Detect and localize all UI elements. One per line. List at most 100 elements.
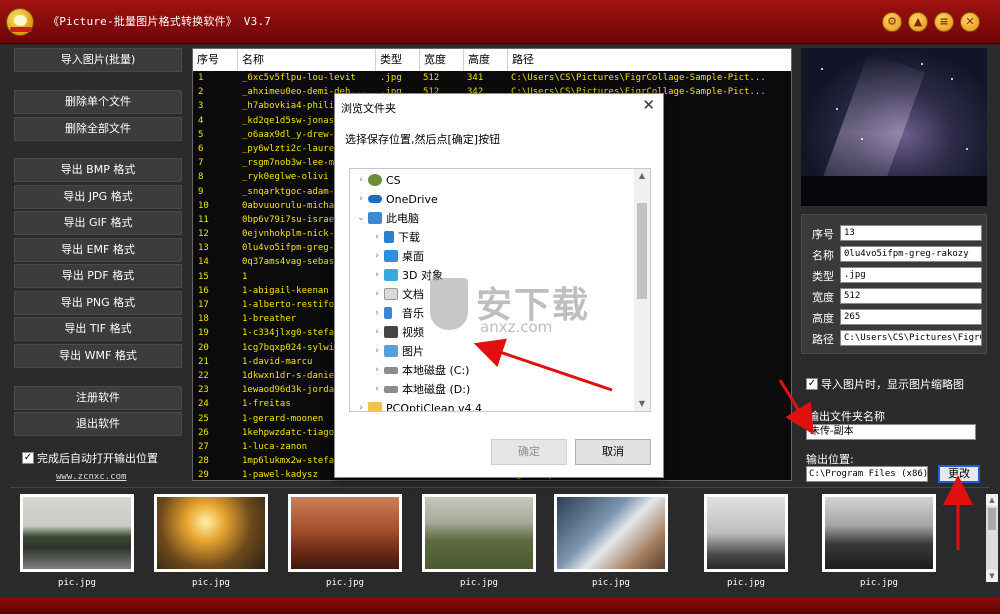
table-cell: 24 [198,399,209,410]
dialog-title: 浏览文件夹 [341,102,396,115]
chevron-right-icon[interactable]: › [370,270,384,280]
table-cell: 1 [198,73,204,83]
auto-open-option[interactable]: ✓ 完成后自动打开输出位置 [22,450,158,466]
scroll-up-icon[interactable]: ▲ [986,494,998,506]
thumbnail-image[interactable] [704,494,788,572]
chevron-right-icon[interactable]: › [370,346,384,356]
tree-item-onedrive[interactable]: › OneDrive [354,190,438,208]
col-height-header[interactable]: 高度 [464,49,508,71]
computer-icon [368,212,382,224]
thumbnail-label: pic.jpg [727,578,765,588]
table-cell: 8 [198,172,204,183]
chevron-right-icon[interactable]: › [370,308,384,318]
close-icon[interactable]: ✕ [642,96,655,114]
tree-item-drive-d[interactable]: › 本地磁盘 (D:) [370,380,470,398]
chevron-right-icon[interactable]: › [370,384,384,394]
tree-scrollbar[interactable]: ▲ ▼ [634,169,650,411]
chevron-right-icon[interactable]: › [370,365,384,375]
tree-item-pictures[interactable]: › 图片 [370,342,424,360]
delete-all-button[interactable]: 删除全部文件 [14,117,182,141]
tree-item-this-pc[interactable]: ⌄ 此电脑 [354,209,419,227]
scroll-down-icon[interactable]: ▼ [986,570,998,582]
info-type-field[interactable]: .jpg [840,267,982,283]
table-row[interactable]: 1 _6xc5v5flpu-lou-levit .jpg 512 341 C:\Users… [193,71,791,85]
tree-item-downloads[interactable]: › 下载 [370,228,420,246]
scroll-thumb[interactable] [637,203,647,299]
thumbnail-scrollbar[interactable]: ▲ ▼ [986,494,998,582]
auto-open-checkbox[interactable]: ✓ [22,452,34,464]
info-path-field[interactable]: C:\Users\CS\Pictures\FigrC [840,330,982,346]
thumbnail-image[interactable] [422,494,536,572]
export-jpg-button[interactable]: 导出 JPG 格式 [14,185,182,209]
tree-item-label: CS [386,173,401,187]
tree-item-music[interactable]: › 音乐 [370,304,424,322]
image-preview [801,48,987,206]
export-bmp-button[interactable]: 导出 BMP 格式 [14,158,182,182]
chevron-right-icon[interactable]: › [354,403,368,411]
export-wmf-button[interactable]: 导出 WMF 格式 [14,344,182,368]
info-width-field[interactable]: 512 [840,288,982,304]
thumbnail-image[interactable] [554,494,668,572]
col-seq-header[interactable]: 序号 [193,49,238,71]
show-thumb-option[interactable]: ✓ 导入图片时，显示图片缩略图 [806,376,964,392]
output-folder-input[interactable]: 未传-副本 [806,424,976,440]
chevron-right-icon[interactable]: › [370,251,384,261]
skin-icon[interactable]: ▲ [908,12,928,32]
col-name-header[interactable]: 名称 [238,49,376,71]
table-cell: 16 [198,285,209,296]
info-name-field[interactable]: 0lu4vo5ifpm-greg-rakozy [840,246,982,262]
settings-icon[interactable]: ⚙ [882,12,902,32]
register-button[interactable]: 注册软件 [14,386,182,410]
thumbnail-image[interactable] [288,494,402,572]
change-location-button[interactable]: 更改 [938,465,980,483]
tree-item-videos[interactable]: › 视频 [370,323,424,341]
delete-single-button[interactable]: 删除单个文件 [14,90,182,114]
download-icon [384,231,394,243]
picture-icon [384,345,398,357]
output-location-field[interactable]: C:\Program Files (x86) [806,466,928,482]
thumbnail-image[interactable] [154,494,268,572]
tree-item-pcopticlean[interactable]: › PCOptiClean v4.4 [354,399,482,411]
scroll-thumb[interactable] [988,508,996,530]
table-cell: 19 [198,328,209,339]
ok-button[interactable]: 确定 [491,439,567,465]
browse-folder-dialog: 浏览文件夹 ✕ 选择保存位置,然后点[确定]按钮 › CS › OneDrive… [334,93,664,478]
export-png-button[interactable]: 导出 PNG 格式 [14,291,182,315]
chevron-right-icon[interactable]: › [370,232,384,242]
exit-button[interactable]: 退出软件 [14,412,182,436]
scroll-up-icon[interactable]: ▲ [634,169,650,183]
info-path-label: 路径 [812,333,834,346]
thumbnail-image[interactable] [20,494,134,572]
table-cell: 3 [198,101,204,112]
table-cell: 10 [198,200,209,211]
export-pdf-button[interactable]: 导出 PDF 格式 [14,264,182,288]
col-path-header[interactable]: 路径 [508,49,791,71]
export-tif-button[interactable]: 导出 TIF 格式 [14,317,182,341]
cancel-button[interactable]: 取消 [575,439,651,465]
info-seq-field[interactable]: 13 [840,225,982,241]
chevron-right-icon[interactable]: › [370,327,384,337]
tree-item-3d-objects[interactable]: › 3D 对象 [370,266,443,284]
tree-item-drive-c[interactable]: › 本地磁盘 (C:) [370,361,469,379]
tree-item-documents[interactable]: › 文档 [370,285,424,303]
export-gif-button[interactable]: 导出 GIF 格式 [14,211,182,235]
show-thumb-checkbox[interactable]: ✓ [806,378,818,390]
tree-item-label: 下载 [398,231,420,244]
chevron-right-icon[interactable]: › [354,175,368,185]
close-icon[interactable]: ✕ [960,12,980,32]
tree-item-desktop[interactable]: › 桌面 [370,247,424,265]
col-width-header[interactable]: 宽度 [420,49,464,71]
import-images-button[interactable]: 导入图片(批量) [14,48,182,72]
tree-item-label: 视频 [402,326,424,339]
thumbnail-image[interactable] [822,494,936,572]
col-type-header[interactable]: 类型 [376,49,420,71]
website-link[interactable]: www.zcnxc.com [56,472,126,482]
export-emf-button[interactable]: 导出 EMF 格式 [14,238,182,262]
info-height-field[interactable]: 265 [840,309,982,325]
minimize-icon[interactable]: ≡ [934,12,954,32]
scroll-down-icon[interactable]: ▼ [634,397,650,411]
chevron-right-icon[interactable]: › [354,194,368,204]
tree-item-cs[interactable]: › CS [354,171,401,189]
chevron-right-icon[interactable]: › [370,289,384,299]
chevron-down-icon[interactable]: ⌄ [354,213,368,223]
